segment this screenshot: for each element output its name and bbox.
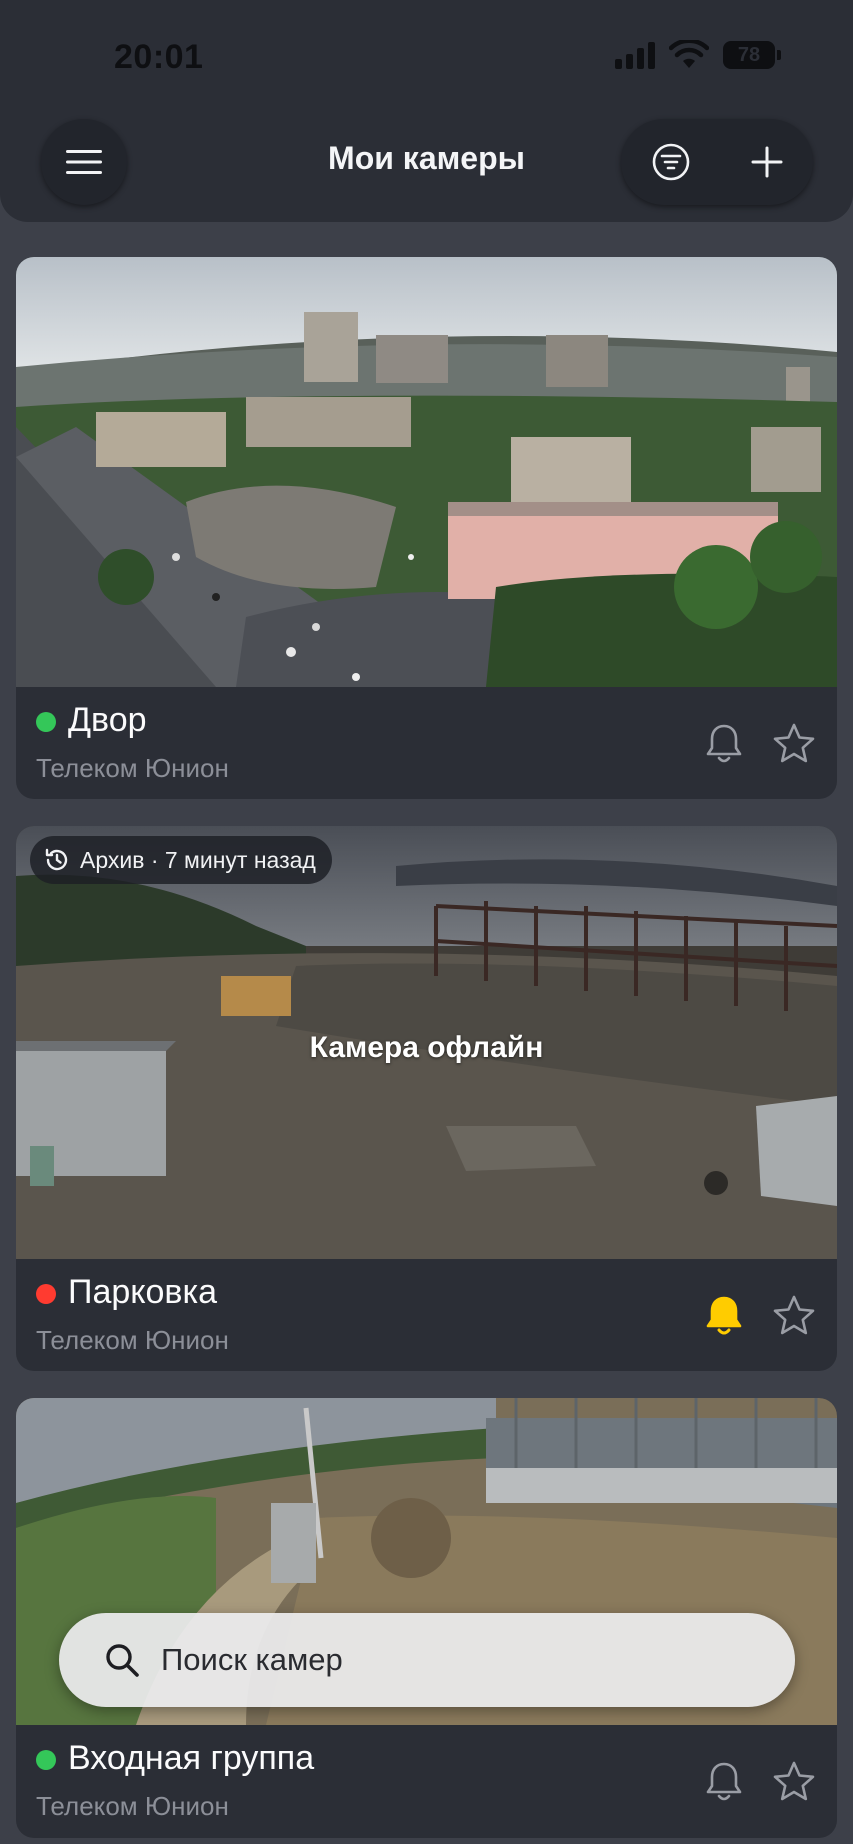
- camera-info: Двор Телеком Юнион: [16, 687, 837, 799]
- filter-icon: [652, 143, 690, 181]
- search-placeholder: Поиск камер: [161, 1642, 343, 1677]
- online-status-dot: [36, 712, 56, 732]
- bell-active-icon[interactable]: [701, 1293, 747, 1339]
- history-icon: [45, 848, 68, 871]
- camera-provider: Телеком Юнион: [36, 753, 229, 783]
- camera-card[interactable]: Двор Телеком Юнион: [16, 257, 837, 799]
- camera-preview[interactable]: [16, 257, 837, 687]
- battery-level: 78: [737, 43, 761, 66]
- status-icons: 78: [615, 40, 781, 70]
- archive-badge[interactable]: Архив · 7 минут назад: [30, 836, 332, 884]
- search-bar[interactable]: Поиск камер: [59, 1613, 795, 1707]
- offline-message: Камера офлайн: [309, 1031, 544, 1064]
- camera-name: Двор: [68, 701, 147, 739]
- plus-icon: [751, 146, 783, 178]
- camera-provider: Телеком Юнион: [36, 1791, 229, 1821]
- camera-provider: Телеком Юнион: [36, 1325, 229, 1355]
- camera-info: Парковка Телеком Юнион: [16, 1259, 837, 1371]
- bell-icon[interactable]: [701, 1759, 747, 1805]
- search-icon: [106, 1644, 139, 1677]
- city-view-image: [16, 257, 837, 687]
- bell-icon[interactable]: [701, 721, 747, 767]
- add-camera-button[interactable]: [743, 138, 791, 186]
- camera-info: Входная группа Телеком Юнион: [16, 1725, 837, 1837]
- camera-preview[interactable]: Архив · 7 минут назад Камера офлайн: [16, 826, 837, 1259]
- status-time: 20:01: [114, 38, 204, 76]
- wifi-icon: [669, 40, 709, 68]
- filter-button[interactable]: [647, 138, 695, 186]
- camera-card[interactable]: Архив · 7 минут назад Камера офлайн Парк…: [16, 826, 837, 1371]
- online-status-dot: [36, 1750, 56, 1770]
- offline-status-dot: [36, 1284, 56, 1304]
- signal-icon: [615, 41, 655, 69]
- camera-name: Входная группа: [68, 1739, 315, 1777]
- screen: 20:01 78 Мои камеры Двор Телеком Юнион А…: [0, 0, 853, 1844]
- top-bar: 20:01 78 Мои камеры: [0, 0, 853, 222]
- battery-icon: 78: [723, 41, 781, 69]
- star-icon[interactable]: [771, 721, 817, 767]
- star-icon[interactable]: [771, 1759, 817, 1805]
- header-actions: [621, 119, 813, 205]
- star-icon[interactable]: [771, 1293, 817, 1339]
- camera-name: Парковка: [68, 1273, 218, 1311]
- archive-label: Архив · 7 минут назад: [80, 846, 316, 873]
